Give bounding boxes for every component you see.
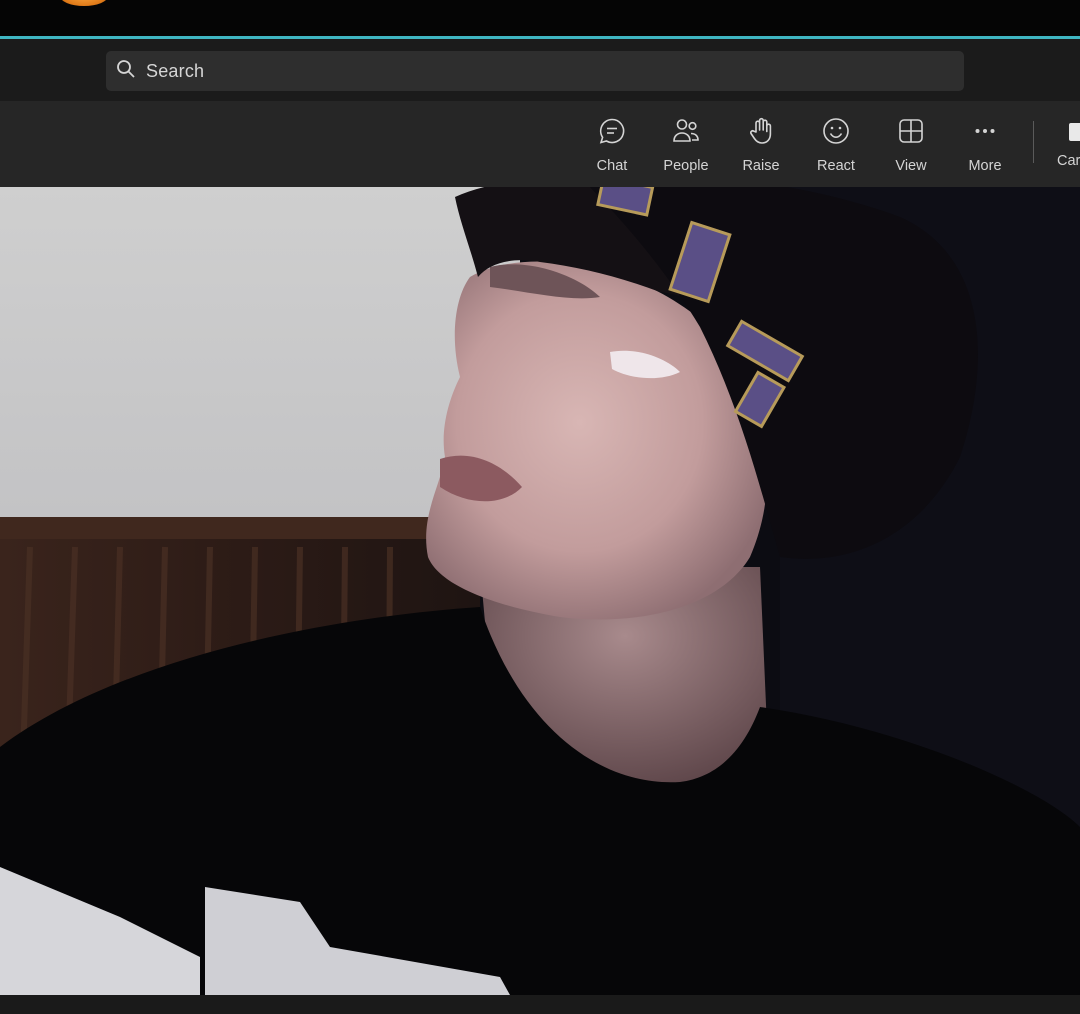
- app-logo: [60, 0, 108, 6]
- more-icon: [970, 116, 1000, 151]
- search-input[interactable]: Search: [106, 51, 964, 91]
- react-label: React: [817, 158, 855, 174]
- react-button[interactable]: React: [803, 116, 869, 176]
- smiley-icon: [821, 116, 851, 151]
- participant-video: [0, 187, 1080, 995]
- camera-button[interactable]: Car: [1055, 116, 1080, 176]
- search-icon: [116, 59, 136, 84]
- more-label: More: [968, 158, 1002, 174]
- people-button[interactable]: People: [653, 116, 719, 176]
- people-label: People: [663, 158, 709, 174]
- chat-label: Chat: [596, 158, 628, 174]
- hand-icon: [746, 116, 776, 151]
- people-icon: [671, 116, 701, 151]
- chat-button[interactable]: Chat: [579, 116, 645, 176]
- raise-hand-button[interactable]: Raise: [728, 116, 794, 176]
- camera-icon: [1069, 123, 1080, 141]
- grid-icon: [896, 116, 926, 151]
- chat-icon: [597, 116, 627, 151]
- camera-label: Car: [1057, 153, 1080, 169]
- app-top-strip: [0, 0, 1080, 38]
- raise-label: Raise: [742, 158, 780, 174]
- view-button[interactable]: View: [878, 116, 944, 176]
- more-button[interactable]: More: [952, 116, 1018, 176]
- bottom-strip: [0, 995, 1080, 1014]
- toolbar-divider: [1033, 121, 1034, 163]
- view-label: View: [895, 158, 927, 174]
- search-placeholder: Search: [146, 60, 205, 81]
